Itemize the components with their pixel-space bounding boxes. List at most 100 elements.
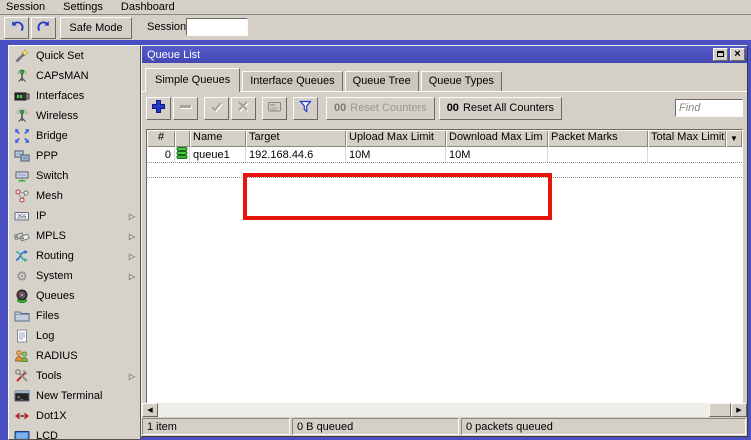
redo-button[interactable]	[31, 17, 56, 39]
scrollbar-track[interactable]	[158, 403, 731, 417]
enable-button[interactable]	[204, 97, 229, 120]
sidebar-item-queues[interactable]: Queues	[9, 286, 140, 306]
status-items-count: 1 item	[142, 418, 290, 435]
redo-icon	[36, 19, 52, 38]
sidebar-item-lcd[interactable]: LCD	[9, 426, 140, 440]
sidebar-item-capsman[interactable]: CAPsMAN	[9, 66, 140, 86]
close-button[interactable]: ×	[730, 48, 745, 61]
undo-button[interactable]	[4, 17, 29, 39]
add-button[interactable]	[146, 97, 171, 120]
minus-icon	[178, 99, 193, 117]
window-titlebar[interactable]: Queue List ×	[142, 46, 747, 63]
table-row[interactable]: 0 queue1 192.168.44.6 10M 10M	[147, 147, 742, 163]
wand-icon	[14, 48, 30, 64]
safe-mode-button[interactable]: Safe Mode	[60, 17, 132, 39]
radius-icon	[14, 348, 30, 364]
status-bar: 1 item 0 B queued 0 packets queued	[142, 417, 747, 436]
reset-counters-button[interactable]: 00 Reset Counters	[326, 97, 435, 120]
top-toolbar: Safe Mode Session	[0, 15, 751, 40]
sidebar-item-new-terminal[interactable]: >_ New Terminal	[9, 386, 140, 406]
menu-item-settings[interactable]: Settings	[54, 1, 112, 14]
sidebar-item-system[interactable]: ⚙ System ▷	[9, 266, 140, 286]
sidebar-item-routing[interactable]: Routing ▷	[9, 246, 140, 266]
sidebar-item-switch[interactable]: Switch	[9, 166, 140, 186]
menu-item-session[interactable]: Session	[6, 1, 54, 14]
find-input[interactable]	[675, 99, 743, 117]
sidebar-item-files[interactable]: Files	[9, 306, 140, 326]
comment-button[interactable]	[262, 97, 287, 120]
scroll-right-button[interactable]: ▶	[731, 403, 747, 417]
sidebar: Quick Set CAPsMAN Interfaces Wireless Br…	[8, 45, 141, 440]
dot1x-icon	[14, 408, 30, 424]
row-number: 0	[147, 147, 175, 162]
scroll-right-icon: ▶	[736, 406, 741, 414]
bridge-icon	[14, 128, 30, 144]
status-bytes-queued: 0 B queued	[292, 418, 459, 435]
column-header-download-max-limit[interactable]: Download Max Lim	[446, 130, 548, 147]
sidebar-item-log[interactable]: Log	[9, 326, 140, 346]
queue-icon	[176, 147, 188, 162]
column-header-number[interactable]: #	[147, 130, 175, 147]
menubar: Session Settings Dashboard	[0, 0, 751, 15]
scrollbar-thumb[interactable]	[709, 403, 731, 417]
empty-row	[147, 163, 742, 178]
submenu-arrow-icon: ▷	[129, 372, 135, 381]
sidebar-item-interfaces[interactable]: Interfaces	[9, 86, 140, 106]
column-select-button[interactable]: ▼	[726, 130, 742, 147]
sidebar-item-mesh[interactable]: Mesh	[9, 186, 140, 206]
mesh-icon	[14, 188, 30, 204]
menu-item-dashboard[interactable]: Dashboard	[112, 1, 184, 14]
submenu-arrow-icon: ▷	[129, 232, 135, 241]
sidebar-item-bridge[interactable]: Bridge	[9, 126, 140, 146]
window-title: Queue List	[147, 49, 711, 61]
tab-simple-queues[interactable]: Simple Queues	[145, 68, 240, 92]
horizontal-scrollbar[interactable]: ◀ ▶	[142, 403, 747, 417]
files-icon	[14, 308, 30, 324]
status-packets-queued: 0 packets queued	[461, 418, 746, 435]
row-total-max-limit	[648, 147, 742, 162]
submenu-arrow-icon: ▷	[129, 212, 135, 221]
table-header: # Name Target Upload Max Limit Download …	[147, 130, 742, 147]
switch-icon	[14, 168, 30, 184]
submenu-arrow-icon: ▷	[129, 252, 135, 261]
queue-toolbar: 00 Reset Counters 00 Reset All Counters	[142, 92, 747, 124]
svg-text:>_: >_	[17, 395, 24, 401]
column-header-target[interactable]: Target	[246, 130, 346, 147]
tab-bar: Simple Queues Interface Queues Queue Tre…	[142, 63, 747, 91]
scroll-left-button[interactable]: ◀	[142, 403, 158, 417]
tab-queue-tree[interactable]: Queue Tree	[345, 71, 419, 91]
remove-button[interactable]	[173, 97, 198, 120]
submenu-arrow-icon: ▷	[129, 272, 135, 281]
column-header-total-max-limit[interactable]: Total Max Limit	[648, 130, 726, 147]
sidebar-item-ip[interactable]: 255 IP ▷	[9, 206, 140, 226]
row-icon-cell	[175, 147, 190, 162]
sidebar-item-tools[interactable]: Tools ▷	[9, 366, 140, 386]
column-header-name[interactable]: Name	[190, 130, 246, 147]
sidebar-item-radius[interactable]: RADIUS	[9, 346, 140, 366]
routing-icon	[14, 248, 30, 264]
sidebar-item-mpls[interactable]: MPLS ▷	[9, 226, 140, 246]
log-icon	[14, 328, 30, 344]
session-label: Session	[147, 21, 186, 33]
filter-button[interactable]	[293, 97, 318, 120]
sidebar-item-quick-set[interactable]: Quick Set	[9, 46, 140, 66]
filter-icon	[298, 99, 313, 117]
column-header-icon[interactable]	[175, 130, 190, 147]
column-select-icon: ▼	[730, 134, 738, 143]
reset-all-counters-button[interactable]: 00 Reset All Counters	[439, 97, 562, 120]
sidebar-item-ppp[interactable]: PPP	[9, 146, 140, 166]
comment-icon	[267, 99, 282, 117]
tab-interface-queues[interactable]: Interface Queues	[242, 71, 342, 91]
svg-text:255: 255	[17, 214, 26, 220]
terminal-icon: >_	[14, 388, 30, 404]
column-header-upload-max-limit[interactable]: Upload Max Limit	[346, 130, 446, 147]
system-icon: ⚙	[14, 268, 30, 284]
sidebar-item-dot1x[interactable]: Dot1X	[9, 406, 140, 426]
disable-button[interactable]	[231, 97, 256, 120]
column-header-packet-marks[interactable]: Packet Marks	[548, 130, 648, 147]
tab-queue-types[interactable]: Queue Types	[421, 71, 502, 91]
session-input[interactable]	[186, 18, 248, 36]
queue-table: # Name Target Upload Max Limit Download …	[146, 129, 743, 403]
maximize-button[interactable]	[713, 48, 728, 61]
sidebar-item-wireless[interactable]: Wireless	[9, 106, 140, 126]
